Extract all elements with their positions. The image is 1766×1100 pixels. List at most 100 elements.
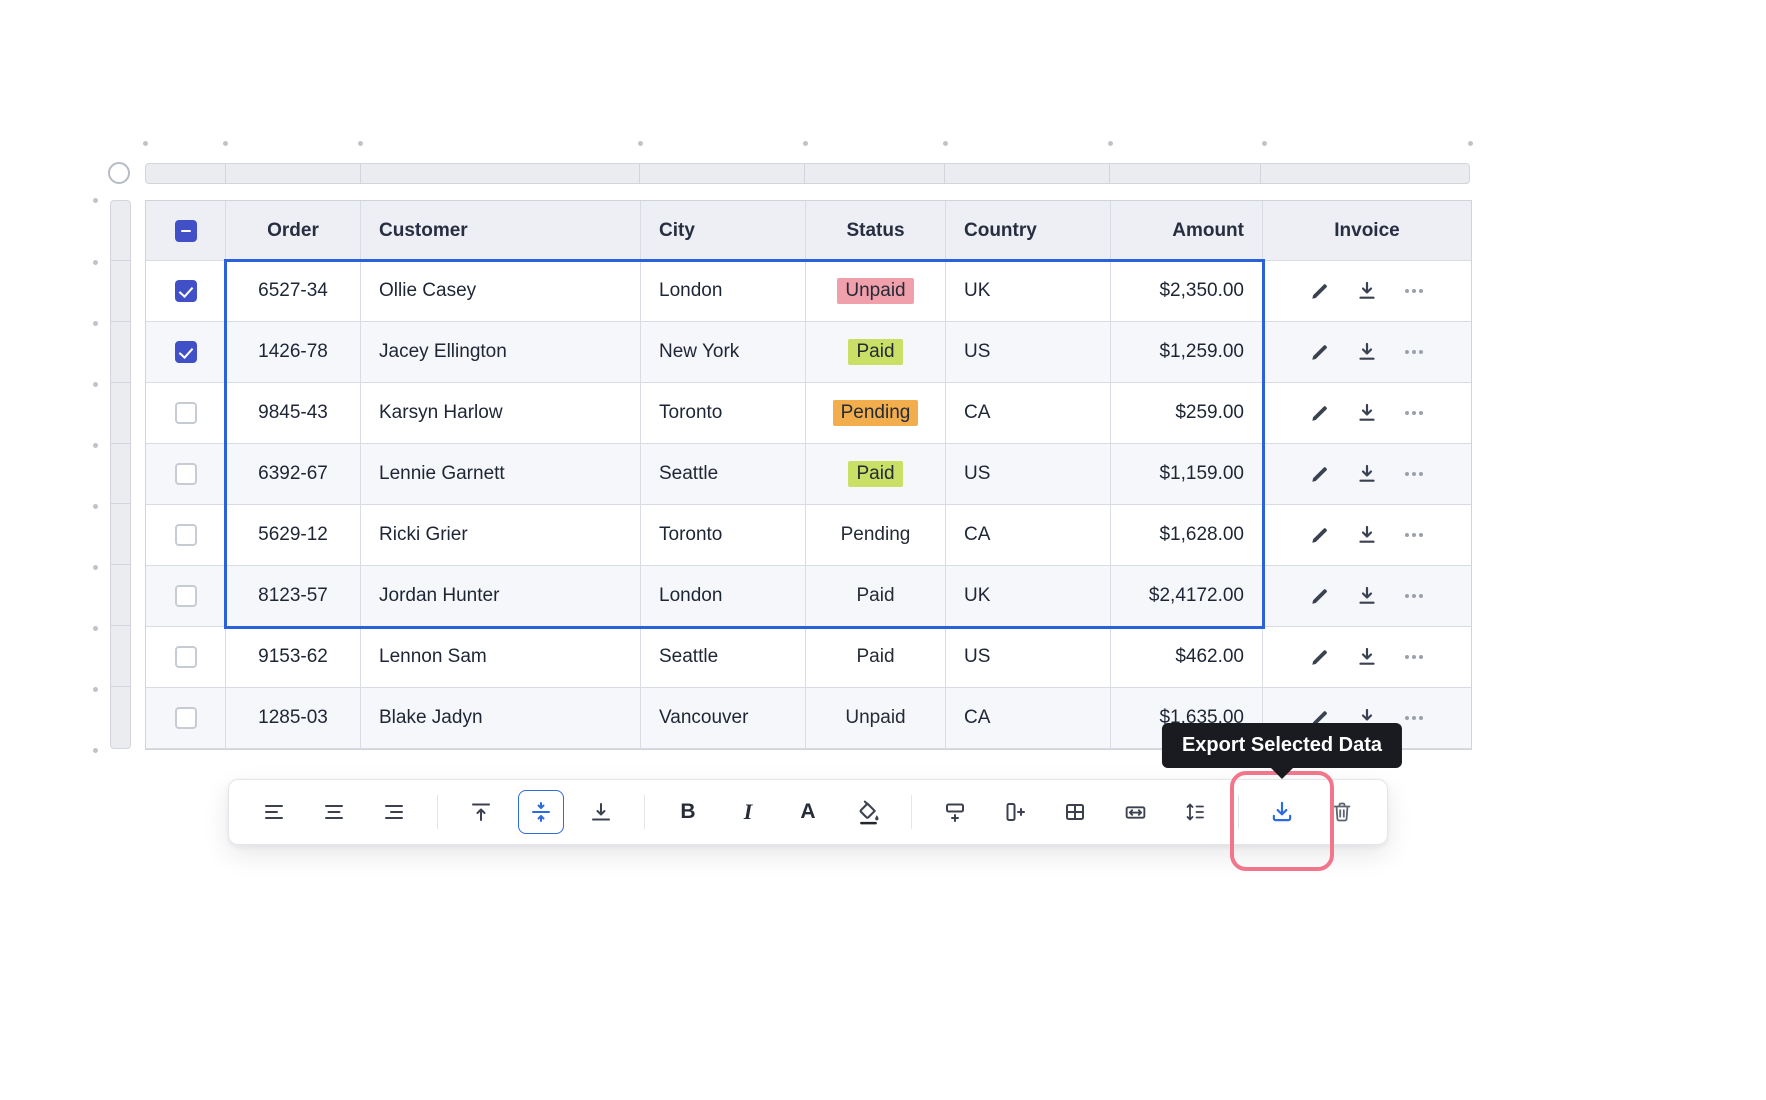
column-header-invoice[interactable]: Invoice bbox=[1263, 201, 1471, 261]
download-icon[interactable] bbox=[1354, 278, 1380, 304]
download-icon[interactable] bbox=[1354, 644, 1380, 670]
download-icon[interactable] bbox=[1354, 400, 1380, 426]
order-cell[interactable]: 1426-78 bbox=[226, 322, 361, 383]
more-icon[interactable] bbox=[1401, 522, 1427, 548]
edit-icon[interactable] bbox=[1307, 339, 1333, 365]
row-checkbox[interactable] bbox=[175, 646, 197, 668]
column-header-customer[interactable]: Customer bbox=[361, 201, 641, 261]
insert-column-icon[interactable] bbox=[992, 790, 1038, 834]
status-cell[interactable]: Paid bbox=[806, 566, 946, 627]
download-icon[interactable] bbox=[1354, 522, 1380, 548]
customer-cell[interactable]: Ollie Casey bbox=[361, 261, 641, 322]
city-cell[interactable]: London bbox=[641, 566, 806, 627]
edit-icon[interactable] bbox=[1307, 461, 1333, 487]
amount-cell[interactable]: $1,628.00 bbox=[1111, 505, 1263, 566]
more-icon[interactable] bbox=[1401, 278, 1427, 304]
row-checkbox[interactable] bbox=[175, 463, 197, 485]
city-cell[interactable]: New York bbox=[641, 322, 806, 383]
city-cell[interactable]: Toronto bbox=[641, 383, 806, 444]
edit-icon[interactable] bbox=[1307, 583, 1333, 609]
more-icon[interactable] bbox=[1401, 705, 1427, 731]
align-center-icon[interactable] bbox=[311, 790, 357, 834]
customer-cell[interactable]: Lennon Sam bbox=[361, 627, 641, 688]
country-cell[interactable]: US bbox=[946, 444, 1111, 505]
amount-cell[interactable]: $1,259.00 bbox=[1111, 322, 1263, 383]
city-cell[interactable]: Seattle bbox=[641, 627, 806, 688]
italic-icon[interactable]: I bbox=[725, 790, 771, 834]
country-cell[interactable]: UK bbox=[946, 566, 1111, 627]
select-all-checkbox[interactable] bbox=[175, 220, 197, 242]
align-right-icon[interactable] bbox=[371, 790, 417, 834]
customer-cell[interactable]: Jordan Hunter bbox=[361, 566, 641, 627]
row-checkbox[interactable] bbox=[175, 585, 197, 607]
order-cell[interactable]: 1285-03 bbox=[226, 688, 361, 749]
edit-icon[interactable] bbox=[1307, 644, 1333, 670]
download-icon[interactable] bbox=[1354, 583, 1380, 609]
align-left-icon[interactable] bbox=[251, 790, 297, 834]
vertical-align-top-icon[interactable] bbox=[458, 790, 504, 834]
city-cell[interactable]: London bbox=[641, 261, 806, 322]
country-cell[interactable]: CA bbox=[946, 383, 1111, 444]
row-checkbox[interactable] bbox=[175, 341, 197, 363]
status-cell[interactable]: Paid bbox=[806, 627, 946, 688]
column-header-order[interactable]: Order bbox=[226, 201, 361, 261]
customer-cell[interactable]: Jacey Ellington bbox=[361, 322, 641, 383]
font-color-icon[interactable]: A bbox=[785, 790, 831, 834]
column-header-city[interactable]: City bbox=[641, 201, 806, 261]
amount-cell[interactable]: $462.00 bbox=[1111, 627, 1263, 688]
fill-color-icon[interactable] bbox=[845, 790, 891, 834]
city-cell[interactable]: Vancouver bbox=[641, 688, 806, 749]
column-width-icon[interactable] bbox=[1112, 790, 1158, 834]
status-cell[interactable]: Pending bbox=[806, 383, 946, 444]
delete-icon[interactable] bbox=[1319, 790, 1365, 834]
country-cell[interactable]: CA bbox=[946, 505, 1111, 566]
customer-cell[interactable]: Karsyn Harlow bbox=[361, 383, 641, 444]
edit-icon[interactable] bbox=[1307, 278, 1333, 304]
export-icon[interactable] bbox=[1259, 790, 1305, 834]
edit-icon[interactable] bbox=[1307, 400, 1333, 426]
more-icon[interactable] bbox=[1401, 339, 1427, 365]
edit-icon[interactable] bbox=[1307, 522, 1333, 548]
status-cell[interactable]: Unpaid bbox=[806, 261, 946, 322]
customer-cell[interactable]: Blake Jadyn bbox=[361, 688, 641, 749]
status-cell[interactable]: Paid bbox=[806, 322, 946, 383]
row-checkbox[interactable] bbox=[175, 707, 197, 729]
country-cell[interactable]: US bbox=[946, 322, 1111, 383]
customer-cell[interactable]: Ricki Grier bbox=[361, 505, 641, 566]
row-checkbox[interactable] bbox=[175, 402, 197, 424]
amount-cell[interactable]: $2,350.00 bbox=[1111, 261, 1263, 322]
order-cell[interactable]: 5629-12 bbox=[226, 505, 361, 566]
status-cell[interactable]: Unpaid bbox=[806, 688, 946, 749]
bold-icon[interactable]: B bbox=[665, 790, 711, 834]
download-icon[interactable] bbox=[1354, 461, 1380, 487]
city-cell[interactable]: Toronto bbox=[641, 505, 806, 566]
more-icon[interactable] bbox=[1401, 644, 1427, 670]
amount-cell[interactable]: $259.00 bbox=[1111, 383, 1263, 444]
download-icon[interactable] bbox=[1354, 339, 1380, 365]
order-cell[interactable]: 6392-67 bbox=[226, 444, 361, 505]
more-icon[interactable] bbox=[1401, 583, 1427, 609]
column-header-country[interactable]: Country bbox=[946, 201, 1111, 261]
country-cell[interactable]: UK bbox=[946, 261, 1111, 322]
order-cell[interactable]: 8123-57 bbox=[226, 566, 361, 627]
more-icon[interactable] bbox=[1401, 461, 1427, 487]
more-icon[interactable] bbox=[1401, 400, 1427, 426]
country-cell[interactable]: US bbox=[946, 627, 1111, 688]
table-borders-icon[interactable] bbox=[1052, 790, 1098, 834]
order-cell[interactable]: 9153-62 bbox=[226, 627, 361, 688]
amount-cell[interactable]: $1,159.00 bbox=[1111, 444, 1263, 505]
city-cell[interactable]: Seattle bbox=[641, 444, 806, 505]
insert-row-icon[interactable] bbox=[932, 790, 978, 834]
row-checkbox[interactable] bbox=[175, 280, 197, 302]
amount-cell[interactable]: $2,4172.00 bbox=[1111, 566, 1263, 627]
vertical-align-middle-icon[interactable] bbox=[518, 790, 564, 834]
customer-cell[interactable]: Lennie Garnett bbox=[361, 444, 641, 505]
order-cell[interactable]: 9845-43 bbox=[226, 383, 361, 444]
column-header-amount[interactable]: Amount bbox=[1111, 201, 1263, 261]
row-height-icon[interactable] bbox=[1172, 790, 1218, 834]
order-cell[interactable]: 6527-34 bbox=[226, 261, 361, 322]
vertical-align-bottom-icon[interactable] bbox=[578, 790, 624, 834]
country-cell[interactable]: CA bbox=[946, 688, 1111, 749]
status-cell[interactable]: Paid bbox=[806, 444, 946, 505]
row-checkbox[interactable] bbox=[175, 524, 197, 546]
